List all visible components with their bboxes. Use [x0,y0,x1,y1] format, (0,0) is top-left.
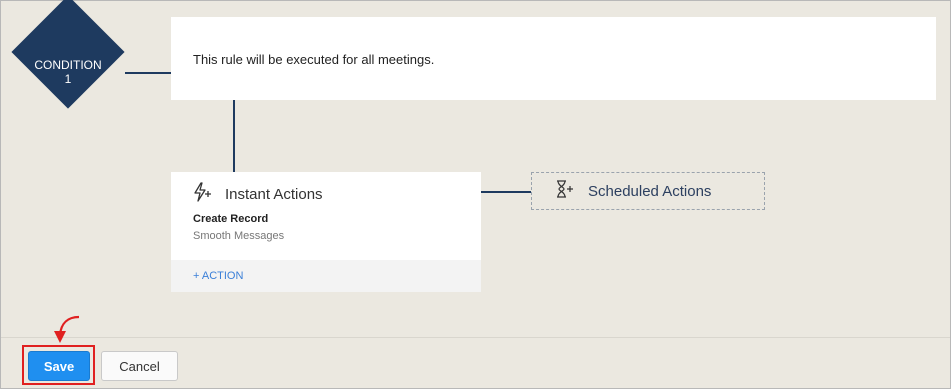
add-action-link[interactable]: + ACTION [193,270,243,282]
condition-label: CONDITION 1 [10,58,126,98]
scheduled-actions-box[interactable]: Scheduled Actions [531,172,765,210]
hourglass-plus-icon [554,179,574,204]
condition-text: This rule will be executed for all meeti… [193,52,435,67]
action-title[interactable]: Create Record [193,213,268,225]
instant-actions-card: Instant Actions Create Record Smooth Mes… [171,172,481,292]
connector-instant-to-scheduled [481,191,531,193]
cancel-button[interactable]: Cancel [101,351,178,381]
instant-actions-header: Instant Actions [191,181,323,208]
condition-label-line2: 1 [64,72,72,86]
save-button[interactable]: Save [28,351,90,381]
lightning-plus-icon [191,181,213,208]
connector-box-to-actions [233,100,235,172]
scheduled-actions-title: Scheduled Actions [588,182,712,200]
pointer-arrow-icon [54,315,80,343]
condition-box[interactable]: This rule will be executed for all meeti… [171,17,936,100]
instant-actions-footer: + ACTION [171,260,481,292]
action-subtitle: Smooth Messages [193,230,285,242]
connector-condition-to-box [125,72,171,74]
instant-actions-title: Instant Actions [225,186,323,203]
condition-label-line1: CONDITION [34,58,102,72]
